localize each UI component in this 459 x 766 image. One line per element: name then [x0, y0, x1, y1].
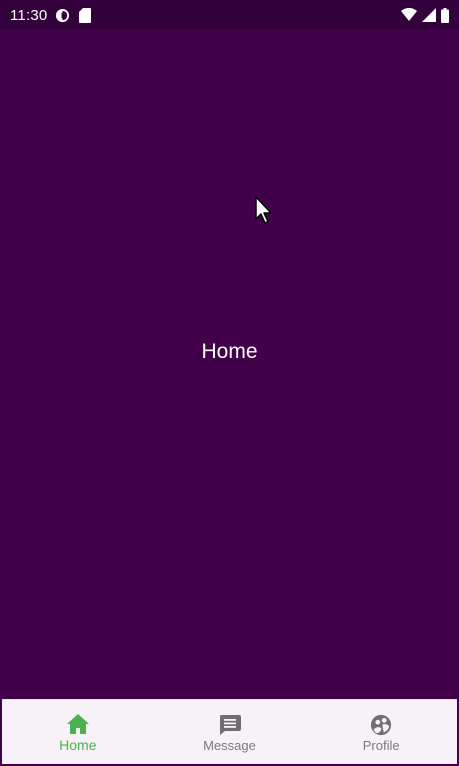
bottom-navigation: Home Message Profile — [2, 699, 457, 764]
page-title: Home — [201, 339, 258, 363]
status-right-icons — [401, 7, 449, 23]
profile-icon — [369, 714, 393, 736]
message-icon — [218, 714, 242, 736]
nav-label-message: Message — [203, 737, 256, 753]
data-saver-icon — [55, 8, 70, 23]
nav-label-home: Home — [59, 737, 97, 753]
nav-item-home[interactable]: Home — [2, 700, 154, 764]
app-screen: 11:30 Home Home Message Profile — [0, 0, 459, 766]
sd-card-icon — [79, 7, 92, 23]
status-bar: 11:30 — [0, 0, 459, 30]
cellular-signal-icon — [422, 8, 436, 22]
nav-label-profile: Profile — [362, 737, 400, 753]
wifi-icon — [401, 8, 417, 22]
main-content: Home — [0, 30, 459, 700]
status-time: 11:30 — [10, 6, 48, 24]
home-icon — [66, 713, 90, 735]
mouse-cursor-icon — [254, 196, 274, 231]
nav-item-profile[interactable]: Profile — [305, 700, 457, 764]
status-left-icons — [55, 7, 92, 23]
battery-icon — [441, 7, 449, 23]
nav-item-message[interactable]: Message — [154, 700, 306, 764]
